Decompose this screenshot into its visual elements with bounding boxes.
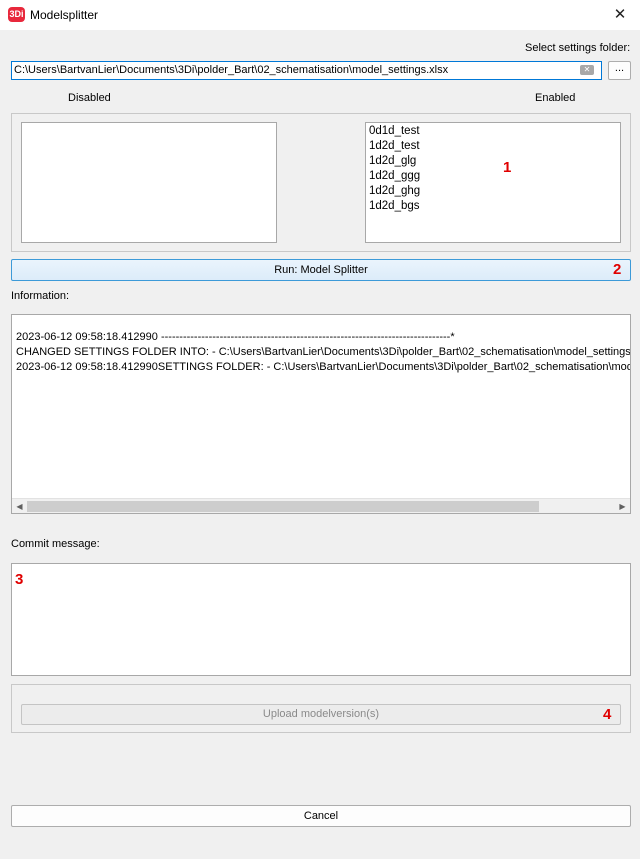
horizontal-scrollbar[interactable]: ◀ ▶ [12,498,630,513]
scroll-left-icon[interactable]: ◀ [12,499,27,514]
disabled-label: Disabled [68,92,111,104]
log-line: 2023-06-12 09:58:18.412990 -------------… [16,331,455,343]
annotation-marker-1: 1 [503,159,512,176]
close-icon[interactable]: ✕ [607,4,633,26]
disabled-list[interactable] [21,122,277,243]
scroll-thumb[interactable] [27,501,539,512]
enabled-label: Enabled [535,92,576,104]
cancel-button[interactable]: Cancel [11,805,631,827]
log-line: 2023-06-12 09:58:18.412990SETTINGS FOLDE… [16,361,631,373]
annotation-marker-2: 2 [613,261,622,278]
information-label: Information: [11,290,70,302]
app-logo-icon: 3Di [8,7,25,22]
annotation-marker-3: 3 [15,571,24,588]
enabled-list[interactable]: 0d1d_test 1d2d_test 1d2d_glg 1d2d_ggg 1d… [365,122,621,243]
list-item[interactable]: 1d2d_glg [366,154,620,169]
settings-folder-label: Select settings folder: [525,42,631,54]
commit-message-input[interactable] [11,563,631,676]
commit-message-label: Commit message: [11,538,100,550]
list-item[interactable]: 0d1d_test [366,124,620,139]
information-log[interactable]: 2023-06-12 09:58:18.412990 -------------… [11,314,631,514]
scroll-right-icon[interactable]: ▶ [615,499,630,514]
list-item[interactable]: 1d2d_ggg [366,169,620,184]
window-title: Modelsplitter [30,8,99,22]
browse-button[interactable]: ... [608,61,631,80]
upload-modelversion-button[interactable]: Upload modelversion(s) [21,704,621,725]
log-line: CHANGED SETTINGS FOLDER INTO: - C:\Users… [16,346,631,358]
list-item[interactable]: 1d2d_bgs [366,199,620,214]
settings-path-input[interactable]: C:\Users\BartvanLier\Documents\3Di\polde… [11,61,602,80]
list-item[interactable]: 1d2d_test [366,139,620,154]
clear-icon[interactable]: ✕ [580,65,594,75]
annotation-marker-4: 4 [603,706,612,723]
run-model-splitter-button[interactable]: Run: Model Splitter [11,259,631,281]
list-item[interactable]: 1d2d_ghg [366,184,620,199]
